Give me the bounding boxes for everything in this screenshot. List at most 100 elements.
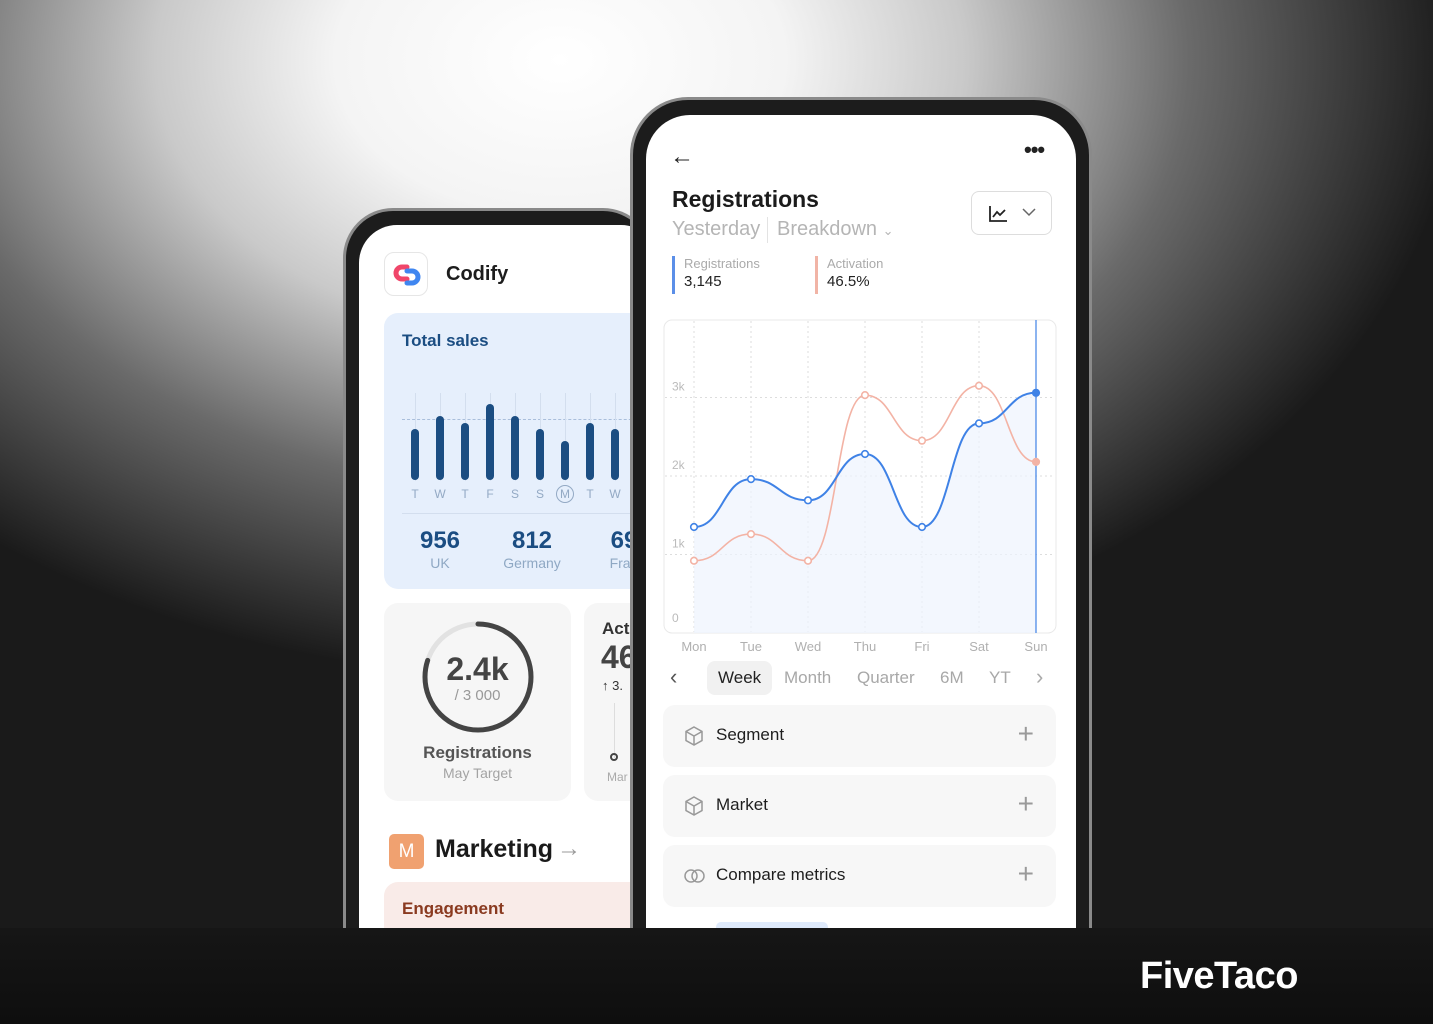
plus-icon[interactable]: + [1018,858,1034,890]
left-phone-screen: Codify Total sales TWTFSSMTW 956 UK 812 Ger… [359,225,650,928]
marketing-badge: M [389,834,424,869]
row-compare-metrics[interactable]: Compare metrics + [663,845,1056,907]
day-label: W [609,487,621,501]
app-name: Codify [446,263,509,285]
chart-type-selector[interactable] [971,191,1052,235]
metric-label: Activation [827,256,884,271]
day-label: S [535,487,544,501]
registrations-chart[interactable]: 0 1k 2k 3k Mon Tue Wed Thu Fri Sat Sun [646,305,1076,660]
x-tick-label: Thu [854,639,876,654]
sales-bar[interactable] [586,422,594,480]
metric-value: 46.5% [827,273,870,290]
activation-sparkline [614,703,615,758]
y-tick-label: 2k [672,458,686,472]
sales-bar[interactable] [611,429,619,480]
left-phone: Codify Total sales TWTFSSMTW 956 UK 812 Ger… [343,208,653,928]
metric-registrations[interactable]: Registrations 3,145 [672,256,760,294]
chevron-down-icon: ⌄ [882,223,894,238]
back-arrow-icon[interactable]: ← [670,143,694,171]
registrations-point[interactable] [803,496,813,505]
activation-axis-label: Mar [607,770,628,784]
chevron-down-icon [1022,208,1036,217]
row-market[interactable]: Market + [663,775,1056,837]
x-tick-label: Sun [1024,639,1047,654]
plus-icon[interactable]: + [1018,788,1034,820]
day-label: T [411,487,419,501]
y-tick-label: 3k [672,380,686,394]
range-tab-6m[interactable]: 6M [940,668,964,688]
stat-label: UK [430,555,450,571]
breakdown-label: Breakdown [777,218,878,240]
x-tick-label: Wed [795,639,822,654]
y-tick-label: 1k [672,537,686,551]
engagement-title: Engagement [402,899,505,918]
x-tick-label: Mon [681,639,706,654]
fivetaco-logo: FiveTaco [1140,955,1298,997]
sparkline-point [610,753,618,761]
activation-point[interactable] [803,556,813,565]
day-label: S [510,487,519,501]
day-label: T [586,487,594,501]
activation-point[interactable] [974,381,984,390]
cube-icon [683,795,705,822]
period-label[interactable]: Yesterday [672,218,760,241]
day-label: F [486,487,494,501]
sales-bar[interactable] [461,422,469,480]
divider [402,513,650,514]
sales-bar[interactable] [561,440,569,480]
sales-bar[interactable] [411,429,419,480]
y-tick-label: 0 [672,611,679,625]
metric-value: 3,145 [684,273,722,290]
sales-bar[interactable] [511,416,519,480]
engagement-card[interactable]: Engagement [384,882,650,928]
sales-bar[interactable] [536,429,544,480]
total-sales-card[interactable]: Total sales TWTFSSMTW 956 UK 812 Germany 69 F… [384,313,650,589]
activation-point[interactable] [917,436,927,445]
range-tab-quarter[interactable]: Quarter [857,668,915,688]
registrations-point[interactable] [689,522,699,532]
metric-chip [716,922,828,928]
page-title: Registrations [672,186,819,212]
more-options-icon[interactable]: ••• [1024,137,1045,163]
day-label: M [556,485,574,503]
range-tab-week[interactable]: Week [707,661,773,695]
x-tick-label: Sat [969,639,989,654]
registrations-card-subtitle: May Target [443,765,512,781]
registrations-point[interactable] [746,475,756,484]
day-label: T [461,487,469,501]
registrations-point[interactable] [860,449,870,459]
activation-point[interactable] [860,391,870,400]
marketing-title[interactable]: Marketing [435,835,553,864]
stat-label: Germany [503,555,561,571]
sales-bar[interactable] [436,416,444,480]
sales-bar[interactable] [486,403,494,480]
x-tick-label: Fri [914,639,929,654]
registrations-point[interactable] [974,419,984,428]
registrations-point[interactable] [917,522,927,532]
x-tick-label: Tue [740,639,762,654]
right-phone: ← ••• Registrations Yesterday Breakdown … [630,97,1092,928]
row-segment[interactable]: Segment + [663,705,1056,767]
registrations-value: 2.4k [446,651,509,687]
metric-label: Registrations [684,256,760,271]
registrations-target: / 3 000 [454,687,501,704]
activation-point[interactable] [689,556,699,565]
metric-activation[interactable]: Activation 46.5% [815,256,883,294]
cube-icon [683,725,705,752]
activation-point[interactable] [1031,457,1041,466]
arrow-right-icon[interactable]: → [557,835,581,863]
row-label: Segment [716,725,785,744]
plus-icon[interactable]: + [1018,718,1034,750]
divider [767,217,768,243]
line-chart-icon [989,206,1007,222]
registrations-card-title: Registrations [423,743,532,762]
activation-title: Act [602,619,630,638]
registrations-target-card[interactable]: 2.4k / 3 000 Registrations May Target [384,603,571,801]
activation-point[interactable] [746,529,756,539]
range-next-icon[interactable]: › [1036,664,1043,690]
range-tab-yt[interactable]: YT [989,668,1011,688]
range-prev-icon[interactable]: ‹ [670,664,677,690]
breakdown-dropdown[interactable]: Breakdown ⌄ [777,218,894,241]
registrations-point[interactable] [1031,388,1041,397]
range-tab-month[interactable]: Month [784,668,831,688]
